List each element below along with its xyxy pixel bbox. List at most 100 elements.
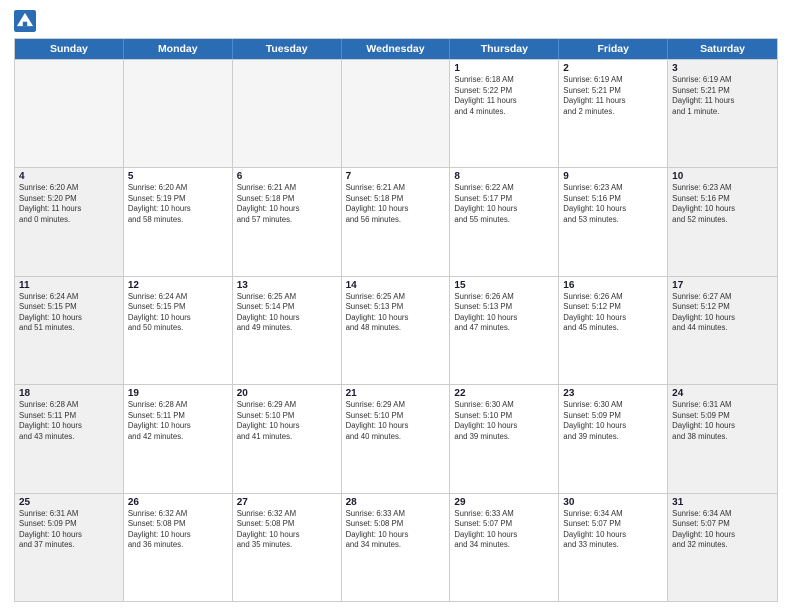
day-number: 12 bbox=[128, 280, 228, 291]
calendar-cell-2: 2Sunrise: 6:19 AM Sunset: 5:21 PM Daylig… bbox=[559, 60, 668, 167]
calendar-body: 1Sunrise: 6:18 AM Sunset: 5:22 PM Daylig… bbox=[15, 59, 777, 601]
day-number: 2 bbox=[563, 63, 663, 74]
day-number: 29 bbox=[454, 497, 554, 508]
day-number: 21 bbox=[346, 388, 446, 399]
day-number: 4 bbox=[19, 171, 119, 182]
calendar-cell-empty bbox=[342, 60, 451, 167]
weekday-header-monday: Monday bbox=[124, 39, 233, 59]
day-info: Sunrise: 6:18 AM Sunset: 5:22 PM Dayligh… bbox=[454, 75, 554, 117]
weekday-header-sunday: Sunday bbox=[15, 39, 124, 59]
day-info: Sunrise: 6:34 AM Sunset: 5:07 PM Dayligh… bbox=[672, 509, 773, 551]
calendar-cell-1: 1Sunrise: 6:18 AM Sunset: 5:22 PM Daylig… bbox=[450, 60, 559, 167]
calendar-cell-14: 14Sunrise: 6:25 AM Sunset: 5:13 PM Dayli… bbox=[342, 277, 451, 384]
calendar-cell-29: 29Sunrise: 6:33 AM Sunset: 5:07 PM Dayli… bbox=[450, 494, 559, 601]
calendar-cell-empty bbox=[15, 60, 124, 167]
day-number: 16 bbox=[563, 280, 663, 291]
day-info: Sunrise: 6:31 AM Sunset: 5:09 PM Dayligh… bbox=[19, 509, 119, 551]
calendar-cell-22: 22Sunrise: 6:30 AM Sunset: 5:10 PM Dayli… bbox=[450, 385, 559, 492]
day-info: Sunrise: 6:31 AM Sunset: 5:09 PM Dayligh… bbox=[672, 400, 773, 442]
day-info: Sunrise: 6:33 AM Sunset: 5:08 PM Dayligh… bbox=[346, 509, 446, 551]
day-info: Sunrise: 6:19 AM Sunset: 5:21 PM Dayligh… bbox=[563, 75, 663, 117]
day-info: Sunrise: 6:19 AM Sunset: 5:21 PM Dayligh… bbox=[672, 75, 773, 117]
day-number: 22 bbox=[454, 388, 554, 399]
calendar-cell-15: 15Sunrise: 6:26 AM Sunset: 5:13 PM Dayli… bbox=[450, 277, 559, 384]
day-info: Sunrise: 6:23 AM Sunset: 5:16 PM Dayligh… bbox=[672, 183, 773, 225]
calendar: SundayMondayTuesdayWednesdayThursdayFrid… bbox=[14, 38, 778, 602]
day-number: 15 bbox=[454, 280, 554, 291]
day-number: 11 bbox=[19, 280, 119, 291]
day-number: 23 bbox=[563, 388, 663, 399]
day-number: 5 bbox=[128, 171, 228, 182]
calendar-cell-6: 6Sunrise: 6:21 AM Sunset: 5:18 PM Daylig… bbox=[233, 168, 342, 275]
day-info: Sunrise: 6:21 AM Sunset: 5:18 PM Dayligh… bbox=[346, 183, 446, 225]
day-info: Sunrise: 6:29 AM Sunset: 5:10 PM Dayligh… bbox=[237, 400, 337, 442]
day-number: 24 bbox=[672, 388, 773, 399]
calendar-cell-empty bbox=[233, 60, 342, 167]
day-info: Sunrise: 6:33 AM Sunset: 5:07 PM Dayligh… bbox=[454, 509, 554, 551]
calendar-cell-4: 4Sunrise: 6:20 AM Sunset: 5:20 PM Daylig… bbox=[15, 168, 124, 275]
calendar-cell-9: 9Sunrise: 6:23 AM Sunset: 5:16 PM Daylig… bbox=[559, 168, 668, 275]
calendar-cell-25: 25Sunrise: 6:31 AM Sunset: 5:09 PM Dayli… bbox=[15, 494, 124, 601]
calendar-cell-30: 30Sunrise: 6:34 AM Sunset: 5:07 PM Dayli… bbox=[559, 494, 668, 601]
calendar-cell-empty bbox=[124, 60, 233, 167]
calendar-cell-21: 21Sunrise: 6:29 AM Sunset: 5:10 PM Dayli… bbox=[342, 385, 451, 492]
day-number: 14 bbox=[346, 280, 446, 291]
day-info: Sunrise: 6:24 AM Sunset: 5:15 PM Dayligh… bbox=[128, 292, 228, 334]
day-info: Sunrise: 6:29 AM Sunset: 5:10 PM Dayligh… bbox=[346, 400, 446, 442]
day-info: Sunrise: 6:28 AM Sunset: 5:11 PM Dayligh… bbox=[19, 400, 119, 442]
day-number: 8 bbox=[454, 171, 554, 182]
day-number: 31 bbox=[672, 497, 773, 508]
day-number: 27 bbox=[237, 497, 337, 508]
day-number: 1 bbox=[454, 63, 554, 74]
day-info: Sunrise: 6:26 AM Sunset: 5:13 PM Dayligh… bbox=[454, 292, 554, 334]
day-number: 28 bbox=[346, 497, 446, 508]
calendar-cell-23: 23Sunrise: 6:30 AM Sunset: 5:09 PM Dayli… bbox=[559, 385, 668, 492]
calendar-cell-18: 18Sunrise: 6:28 AM Sunset: 5:11 PM Dayli… bbox=[15, 385, 124, 492]
calendar-week-4: 18Sunrise: 6:28 AM Sunset: 5:11 PM Dayli… bbox=[15, 384, 777, 492]
day-number: 18 bbox=[19, 388, 119, 399]
day-info: Sunrise: 6:28 AM Sunset: 5:11 PM Dayligh… bbox=[128, 400, 228, 442]
calendar-cell-20: 20Sunrise: 6:29 AM Sunset: 5:10 PM Dayli… bbox=[233, 385, 342, 492]
weekday-header-wednesday: Wednesday bbox=[342, 39, 451, 59]
day-number: 3 bbox=[672, 63, 773, 74]
logo-icon bbox=[14, 10, 36, 32]
calendar-cell-27: 27Sunrise: 6:32 AM Sunset: 5:08 PM Dayli… bbox=[233, 494, 342, 601]
day-number: 19 bbox=[128, 388, 228, 399]
weekday-header-friday: Friday bbox=[559, 39, 668, 59]
calendar-cell-31: 31Sunrise: 6:34 AM Sunset: 5:07 PM Dayli… bbox=[668, 494, 777, 601]
day-info: Sunrise: 6:27 AM Sunset: 5:12 PM Dayligh… bbox=[672, 292, 773, 334]
calendar-cell-24: 24Sunrise: 6:31 AM Sunset: 5:09 PM Dayli… bbox=[668, 385, 777, 492]
day-info: Sunrise: 6:30 AM Sunset: 5:09 PM Dayligh… bbox=[563, 400, 663, 442]
calendar-cell-8: 8Sunrise: 6:22 AM Sunset: 5:17 PM Daylig… bbox=[450, 168, 559, 275]
weekday-header-saturday: Saturday bbox=[668, 39, 777, 59]
day-info: Sunrise: 6:20 AM Sunset: 5:20 PM Dayligh… bbox=[19, 183, 119, 225]
logo bbox=[14, 10, 40, 32]
page: SundayMondayTuesdayWednesdayThursdayFrid… bbox=[0, 0, 792, 612]
day-number: 30 bbox=[563, 497, 663, 508]
day-info: Sunrise: 6:22 AM Sunset: 5:17 PM Dayligh… bbox=[454, 183, 554, 225]
calendar-cell-16: 16Sunrise: 6:26 AM Sunset: 5:12 PM Dayli… bbox=[559, 277, 668, 384]
day-info: Sunrise: 6:25 AM Sunset: 5:14 PM Dayligh… bbox=[237, 292, 337, 334]
day-info: Sunrise: 6:23 AM Sunset: 5:16 PM Dayligh… bbox=[563, 183, 663, 225]
calendar-cell-13: 13Sunrise: 6:25 AM Sunset: 5:14 PM Dayli… bbox=[233, 277, 342, 384]
day-number: 25 bbox=[19, 497, 119, 508]
day-info: Sunrise: 6:24 AM Sunset: 5:15 PM Dayligh… bbox=[19, 292, 119, 334]
header bbox=[14, 10, 778, 32]
calendar-week-1: 1Sunrise: 6:18 AM Sunset: 5:22 PM Daylig… bbox=[15, 59, 777, 167]
calendar-cell-28: 28Sunrise: 6:33 AM Sunset: 5:08 PM Dayli… bbox=[342, 494, 451, 601]
day-number: 10 bbox=[672, 171, 773, 182]
calendar-cell-19: 19Sunrise: 6:28 AM Sunset: 5:11 PM Dayli… bbox=[124, 385, 233, 492]
day-info: Sunrise: 6:25 AM Sunset: 5:13 PM Dayligh… bbox=[346, 292, 446, 334]
weekday-header-tuesday: Tuesday bbox=[233, 39, 342, 59]
calendar-cell-10: 10Sunrise: 6:23 AM Sunset: 5:16 PM Dayli… bbox=[668, 168, 777, 275]
calendar-week-2: 4Sunrise: 6:20 AM Sunset: 5:20 PM Daylig… bbox=[15, 167, 777, 275]
calendar-cell-11: 11Sunrise: 6:24 AM Sunset: 5:15 PM Dayli… bbox=[15, 277, 124, 384]
day-info: Sunrise: 6:21 AM Sunset: 5:18 PM Dayligh… bbox=[237, 183, 337, 225]
calendar-cell-5: 5Sunrise: 6:20 AM Sunset: 5:19 PM Daylig… bbox=[124, 168, 233, 275]
day-info: Sunrise: 6:20 AM Sunset: 5:19 PM Dayligh… bbox=[128, 183, 228, 225]
calendar-week-5: 25Sunrise: 6:31 AM Sunset: 5:09 PM Dayli… bbox=[15, 493, 777, 601]
calendar-cell-12: 12Sunrise: 6:24 AM Sunset: 5:15 PM Dayli… bbox=[124, 277, 233, 384]
calendar-cell-3: 3Sunrise: 6:19 AM Sunset: 5:21 PM Daylig… bbox=[668, 60, 777, 167]
weekday-header-thursday: Thursday bbox=[450, 39, 559, 59]
calendar-cell-17: 17Sunrise: 6:27 AM Sunset: 5:12 PM Dayli… bbox=[668, 277, 777, 384]
